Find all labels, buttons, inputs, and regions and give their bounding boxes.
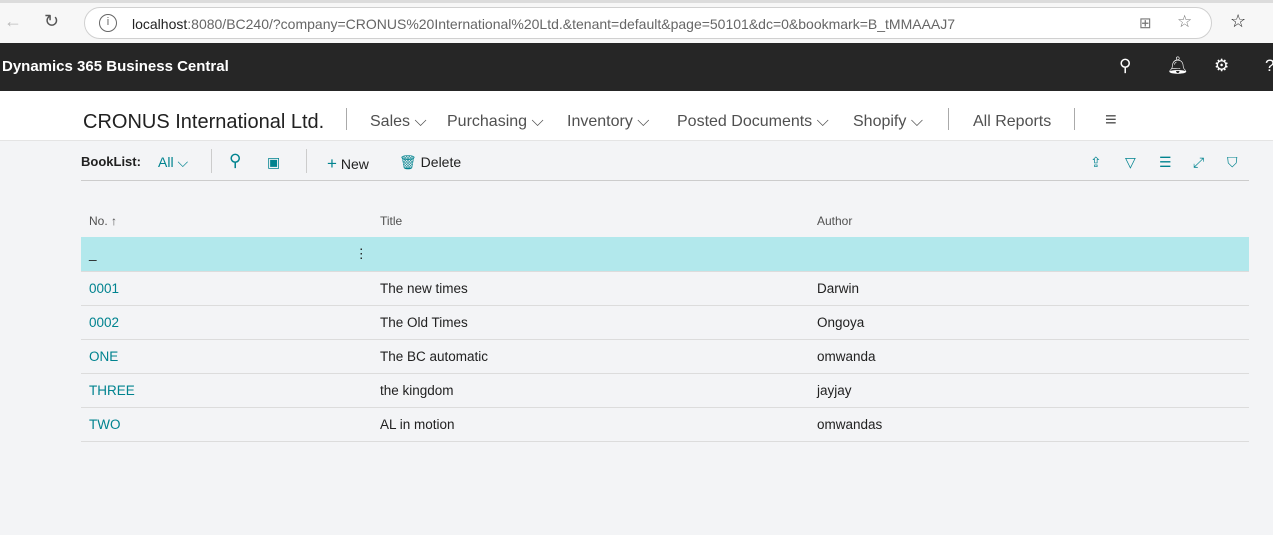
refresh-icon[interactable]: ↻ xyxy=(44,11,59,32)
table-row[interactable]: 0002 The Old Times Ongoya xyxy=(81,305,1249,340)
new-row[interactable]: _ ⋮ xyxy=(81,237,1249,272)
nav-inventory[interactable]: Inventory ⌵ xyxy=(567,113,649,131)
info-icon[interactable]: i xyxy=(99,14,117,32)
book-author: omwanda xyxy=(809,339,1249,374)
expand-icon[interactable]: ⤢ xyxy=(1193,154,1204,171)
book-title: The BC automatic xyxy=(372,339,809,374)
column-author[interactable]: Author xyxy=(809,205,1249,237)
action-bar: BookList: All ⌵ ⚲ ▣ + New 🗑︎ Delete ⇪ ▽ … xyxy=(81,141,1249,181)
nav-bar: CRONUS International Ltd. Sales ⌵ Purcha… xyxy=(0,91,1273,141)
browser-bar: ← ↻ i localhost:8080/BC240/?company=CRON… xyxy=(0,0,1273,43)
bookmark-icon[interactable]: ⛉ xyxy=(1227,154,1238,171)
book-no-link[interactable]: 0002 xyxy=(81,305,372,340)
nav-posted-documents[interactable]: Posted Documents ⌵ xyxy=(677,113,829,131)
book-title: The Old Times xyxy=(372,305,809,340)
nav-all-reports[interactable]: All Reports xyxy=(973,113,1051,131)
book-author: Darwin xyxy=(809,271,1249,306)
company-name[interactable]: CRONUS International Ltd. xyxy=(83,111,324,134)
search-icon[interactable]: ⚲ xyxy=(1119,56,1131,76)
star-icon[interactable]: ☆ xyxy=(1177,12,1192,32)
table-row[interactable]: ONE The BC automatic omwanda xyxy=(81,339,1249,374)
table-row[interactable]: TWO AL in motion omwandas xyxy=(81,407,1249,442)
edit-list-icon[interactable]: ▣ xyxy=(267,154,280,171)
nav-purchasing[interactable]: Purchasing ⌵ xyxy=(447,113,544,131)
share-icon[interactable]: ⇪ xyxy=(1090,154,1102,171)
gear-icon[interactable]: ⚙ xyxy=(1214,56,1229,76)
book-list-table: No. ↑ Title Author _ ⋮ 0001 The new times D… xyxy=(81,205,1249,442)
table-row[interactable]: 0001 The new times Darwin xyxy=(81,271,1249,306)
book-no-link[interactable]: THREE xyxy=(81,373,372,408)
table-row[interactable]: THREE the kingdom jayjay xyxy=(81,373,1249,408)
nav-shopify[interactable]: Shopify ⌵ xyxy=(853,113,923,131)
row-menu-icon[interactable]: ⋮ xyxy=(355,246,369,262)
book-no-link[interactable]: TWO xyxy=(81,407,372,442)
delete-button[interactable]: 🗑︎ Delete xyxy=(399,154,461,171)
book-author: Ongoya xyxy=(809,305,1249,340)
url-rest: :8080/BC240/?company=CRONUS%20Internatio… xyxy=(187,16,956,32)
column-no[interactable]: No. ↑ xyxy=(81,205,372,237)
book-title: AL in motion xyxy=(372,407,809,442)
url-host: localhost xyxy=(132,16,188,32)
view-filter[interactable]: All ⌵ xyxy=(158,154,188,171)
list-view-icon[interactable]: ☰ xyxy=(1159,154,1172,171)
book-title: the kingdom xyxy=(372,373,809,408)
filter-icon[interactable]: ▽ xyxy=(1125,154,1136,171)
app-bar: Dynamics 365 Business Central ⚲ 🔔︎ ⚙ ? xyxy=(0,43,1273,91)
help-icon[interactable]: ? xyxy=(1265,56,1273,76)
book-no-link[interactable]: 0001 xyxy=(81,271,372,306)
hamburger-icon[interactable]: ≡ xyxy=(1105,109,1117,132)
app-icon[interactable]: ⊞ xyxy=(1139,14,1152,32)
favorites-icon[interactable]: ☆ xyxy=(1230,11,1246,32)
book-author: jayjay xyxy=(809,373,1249,408)
column-title[interactable]: Title xyxy=(372,205,809,237)
book-title: The new times xyxy=(372,271,809,306)
search-icon[interactable]: ⚲ xyxy=(229,151,241,171)
nav-sales[interactable]: Sales ⌵ xyxy=(370,113,427,131)
back-icon[interactable]: ← xyxy=(4,11,22,32)
new-button[interactable]: + New xyxy=(327,154,369,174)
list-label: BookList: xyxy=(81,154,141,169)
book-no-link[interactable]: ONE xyxy=(81,339,372,374)
book-author: omwandas xyxy=(809,407,1249,442)
bell-icon[interactable]: 🔔︎ xyxy=(1167,56,1189,76)
app-title: Dynamics 365 Business Central xyxy=(2,58,229,75)
address-bar[interactable]: i localhost:8080/BC240/?company=CRONUS%2… xyxy=(84,7,1212,39)
